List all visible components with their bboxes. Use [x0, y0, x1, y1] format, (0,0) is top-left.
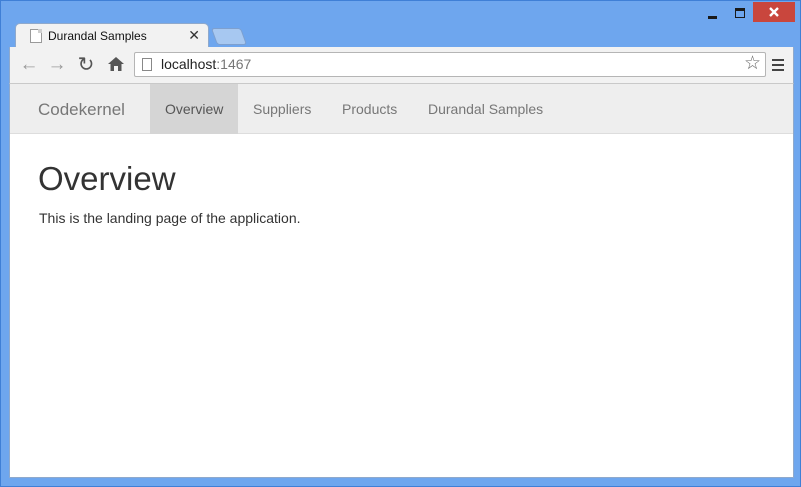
star-icon[interactable]: ☆	[744, 54, 761, 74]
minimize-button[interactable]	[699, 3, 725, 23]
page-icon	[142, 58, 152, 71]
browser-toolbar: ← → ↻ localhost:1467 ☆	[9, 47, 794, 83]
page-favicon-icon	[30, 29, 42, 43]
menu-icon[interactable]	[772, 57, 786, 73]
forward-arrow-icon[interactable]: →	[47, 55, 67, 75]
minimize-icon	[707, 15, 717, 19]
close-icon	[769, 7, 779, 17]
page-title: Overview	[38, 160, 176, 197]
tab-title: Durandal Samples	[48, 29, 147, 43]
maximize-button[interactable]	[727, 3, 753, 23]
home-icon[interactable]	[106, 55, 126, 75]
address-bar[interactable]: localhost:1467 ☆	[134, 52, 766, 77]
navbar-brand[interactable]: Codekernel	[38, 100, 125, 120]
maximize-icon	[735, 8, 745, 18]
nav-item-suppliers[interactable]: Suppliers	[238, 84, 326, 134]
nav-item-durandal-samples[interactable]: Durandal Samples	[413, 84, 558, 134]
new-tab-button[interactable]	[210, 28, 248, 45]
home-glyph	[108, 57, 124, 71]
page-description: This is the landing page of the applicat…	[39, 210, 301, 226]
site-navbar: Codekernel Overview Suppliers Products D…	[10, 84, 793, 134]
url-text: localhost:1467	[161, 56, 252, 72]
reload-icon[interactable]: ↻	[76, 55, 96, 75]
back-arrow-icon[interactable]: ←	[19, 55, 39, 75]
tab-close-icon[interactable]: ✕	[188, 27, 200, 43]
browser-tab[interactable]: Durandal Samples ✕	[15, 23, 209, 48]
browser-window: Durandal Samples ✕ ← → ↻ localhost:1467 …	[0, 0, 801, 487]
nav-item-overview[interactable]: Overview	[150, 84, 238, 134]
close-window-button[interactable]	[753, 2, 795, 22]
nav-item-products[interactable]: Products	[327, 84, 412, 134]
page-viewport: Codekernel Overview Suppliers Products D…	[9, 83, 794, 478]
